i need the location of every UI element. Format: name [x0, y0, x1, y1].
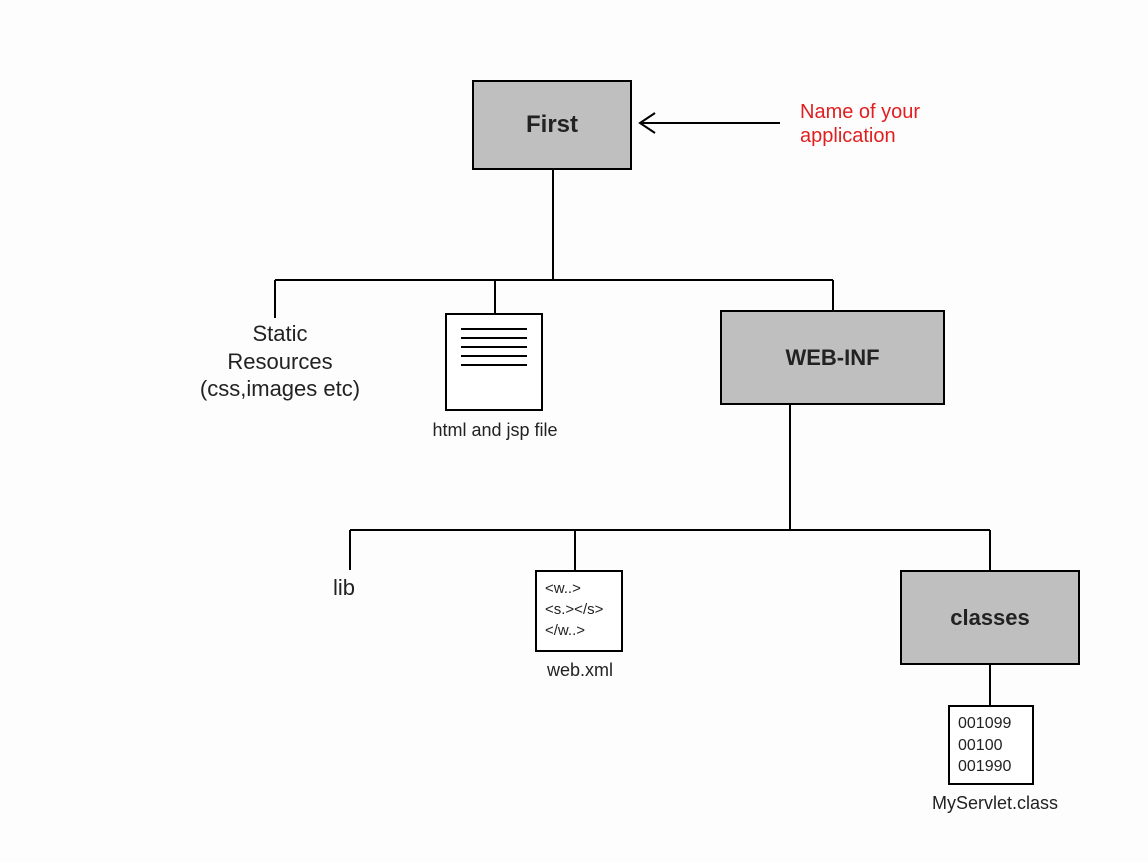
root-node-label: First — [526, 111, 578, 139]
lib-label: lib — [333, 575, 355, 601]
annotation-text: Name of your application — [800, 100, 920, 148]
annotation-line2: application — [800, 124, 920, 148]
webxml-line3: </w..> — [545, 620, 613, 641]
classes-label: classes — [950, 605, 1030, 631]
static-line3: (css,images etc) — [165, 375, 395, 403]
servlet-file-icon: 001099 00100 001990 — [948, 705, 1034, 785]
static-line1: Static — [165, 320, 395, 348]
servlet-line1: 001099 — [958, 713, 1024, 735]
annotation-line1: Name of your — [800, 100, 920, 124]
webinf-node-box: WEB-INF — [720, 310, 945, 405]
root-node-box: First — [472, 80, 632, 170]
servlet-caption: MyServlet.class — [920, 793, 1070, 814]
webxml-file-icon: <w..> <s.></s> </w..> — [535, 570, 623, 652]
html-jsp-file-icon — [445, 313, 543, 411]
classes-node-box: classes — [900, 570, 1080, 665]
webxml-line2: <s.></s> — [545, 599, 613, 620]
webxml-caption: web.xml — [535, 660, 625, 681]
webinf-label: WEB-INF — [785, 345, 879, 371]
html-jsp-caption: html and jsp file — [425, 420, 565, 441]
webxml-line1: <w..> — [545, 578, 613, 599]
static-line2: Resources — [165, 348, 395, 376]
servlet-line3: 001990 — [958, 756, 1024, 778]
static-resources-label: Static Resources (css,images etc) — [165, 320, 395, 403]
servlet-line2: 00100 — [958, 735, 1024, 757]
